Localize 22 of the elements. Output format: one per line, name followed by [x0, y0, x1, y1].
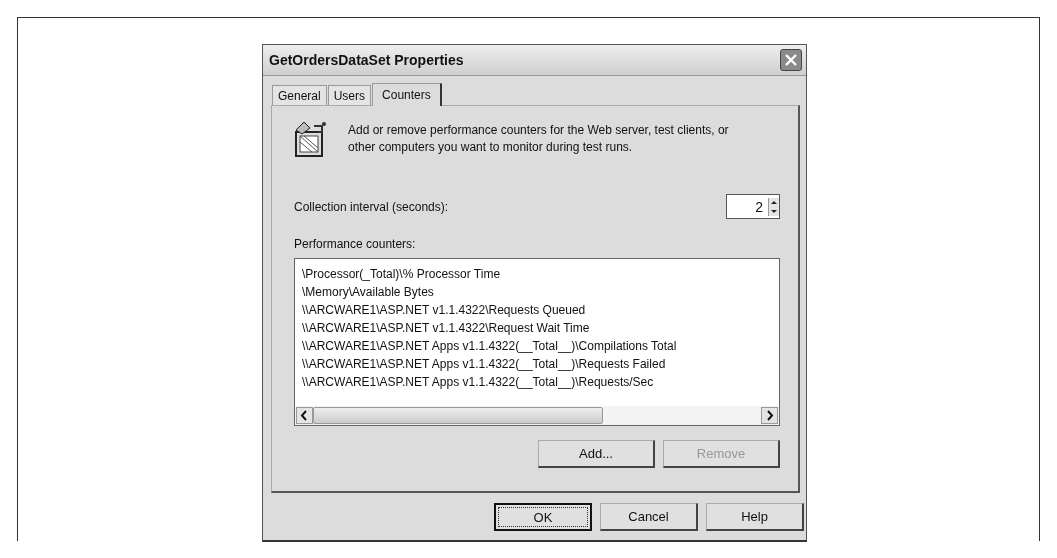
dialog-button[interactable]: Cancel: [600, 503, 698, 531]
horizontal-scrollbar[interactable]: [295, 406, 779, 425]
scroll-thumb[interactable]: [313, 407, 603, 424]
chart-window-icon: [294, 120, 328, 158]
list-label: Performance counters:: [294, 237, 417, 251]
tab[interactable]: General: [272, 85, 327, 105]
list-button[interactable]: Add...: [538, 440, 655, 468]
list-item[interactable]: \\ARCWARE1\ASP.NET Apps v1.1.4322(__Total__)\Requests Failed: [302, 355, 779, 373]
window-title: GetOrdersDataSet Properties: [269, 52, 464, 68]
list-item[interactable]: \Processor(_Total)\% Processor Time: [302, 265, 779, 283]
description-text: Add or remove performance counters for the Web server, test clients, or other computers you want to monitor during test runs.: [348, 122, 730, 156]
dialog-button[interactable]: OK: [494, 503, 592, 531]
list-item[interactable]: \Memory\Available Bytes: [302, 283, 779, 301]
field-label: Collection interval (seconds):: [294, 199, 449, 214]
tab[interactable]: Counters: [372, 83, 442, 106]
list-item[interactable]: \\ARCWARE1\ASP.NET Apps v1.1.4322(__Total__)\Compilations Total: [302, 337, 779, 355]
list-item[interactable]: \\ARCWARE1\ASP.NET v1.1.4322\Requests Queued: [302, 301, 779, 319]
list-item[interactable]: \\ARCWARE1\ASP.NET Apps v1.1.4322(__Total__)\Requests/Sec: [302, 373, 779, 391]
tab[interactable]: Users: [327, 85, 372, 105]
interval-spinner[interactable]: 2: [726, 194, 780, 219]
list-item[interactable]: \\ARCWARE1\ASP.NET v1.1.4322\Request Wait Time: [302, 319, 779, 337]
dialog-button[interactable]: Help: [706, 503, 804, 531]
